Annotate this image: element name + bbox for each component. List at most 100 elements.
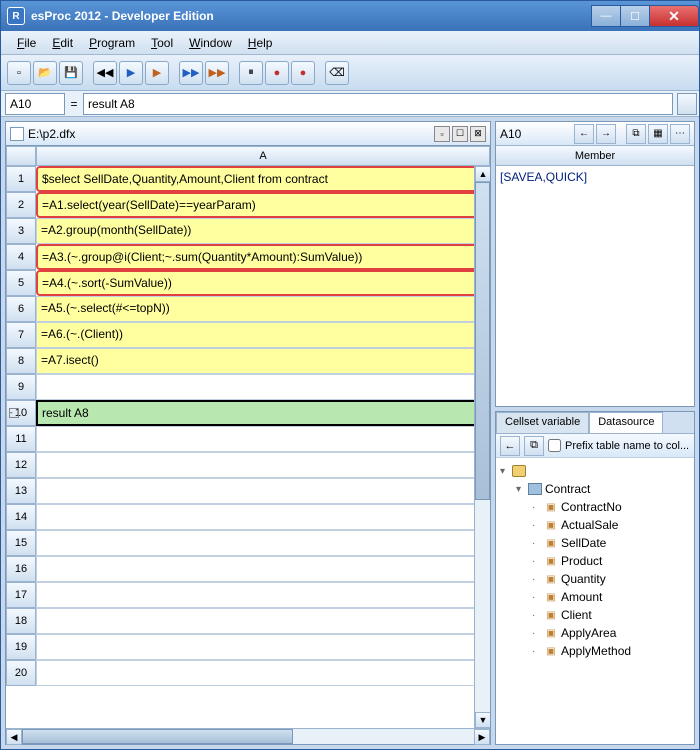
menu-edit[interactable]: Edit [44,34,81,52]
menu-file[interactable]: File [9,34,44,52]
cell-a1[interactable]: $select SellDate,Quantity,Amount,Client … [36,166,490,192]
nav-forward-button[interactable]: → [596,124,616,144]
cell-a20[interactable] [36,660,490,686]
tab-datasource[interactable]: Datasource [589,412,663,433]
cell-a10[interactable]: result A8 [36,400,490,426]
breakpoint-button[interactable]: ● [265,61,289,85]
vertical-scrollbar[interactable]: ▲▼ [474,166,490,728]
ds-copy-button[interactable]: ⧉ [524,436,544,456]
tree-table[interactable]: ▾Contract [500,480,690,498]
cell-a14[interactable] [36,504,490,530]
datasource-tree[interactable]: ▾ ▾Contract ·▣ContractNo ·▣ActualSale ·▣… [496,458,694,744]
nav-chart-button[interactable]: ▦ [648,124,668,144]
cell-a6[interactable]: =A5.(~.select(#<=topN)) [36,296,490,322]
row-header[interactable]: 18 [6,608,36,634]
formula-expand-button[interactable] [677,93,697,115]
row-header[interactable]: 14 [6,504,36,530]
menu-program[interactable]: Program [81,34,143,52]
row-header[interactable]: 2 [6,192,36,218]
new-button[interactable]: ▫ [7,61,31,85]
row-header[interactable]: 3 [6,218,36,244]
cell-a19[interactable] [36,634,490,660]
cell-reference-input[interactable] [5,93,65,115]
row-header[interactable]: 20 [6,660,36,686]
row-header[interactable]: 1 [6,166,36,192]
cell-a15[interactable] [36,530,490,556]
cell-a12[interactable] [36,452,490,478]
tree-field[interactable]: ·▣ContractNo [500,498,690,516]
row-header[interactable]: 7 [6,322,36,348]
row-header[interactable]: 19 [6,634,36,660]
nav-copy-button[interactable]: ⧉ [626,124,646,144]
formula-input[interactable] [83,93,673,115]
run-button[interactable]: ▶ [119,61,143,85]
cell-a5[interactable]: =A4.(~.sort(-SumValue)) [36,270,490,296]
step-out-button[interactable]: ▶▶ [205,61,229,85]
row-header[interactable]: 11 [6,426,36,452]
tree-field[interactable]: ·▣ApplyArea [500,624,690,642]
spreadsheet[interactable]: A 1$select SellDate,Quantity,Amount,Clie… [6,146,490,728]
cell-a11[interactable] [36,426,490,452]
equals-label: = [65,97,83,111]
cell-a2[interactable]: =A1.select(year(SellDate)==yearParam) [36,192,490,218]
row-header[interactable]: 9 [6,374,36,400]
menu-help[interactable]: Help [240,34,281,52]
cell-a13[interactable] [36,478,490,504]
doc-min-button[interactable]: ▫ [434,126,450,142]
tree-db[interactable]: ▾ [500,462,690,480]
tree-field[interactable]: ·▣SellDate [500,534,690,552]
debug-button[interactable]: ▶ [145,61,169,85]
row-header[interactable]: 8 [6,348,36,374]
menu-window[interactable]: Window [181,34,240,52]
cell-a3[interactable]: =A2.group(month(SellDate)) [36,218,490,244]
menu-tool[interactable]: Tool [143,34,181,52]
cell-a9[interactable] [36,374,490,400]
row-header[interactable]: 17 [6,582,36,608]
cell-corner[interactable] [6,146,36,166]
tree-field[interactable]: ·▣ActualSale [500,516,690,534]
row-header[interactable]: 5 [6,270,36,296]
row-header[interactable]: 12 [6,452,36,478]
cell-a8[interactable]: =A7.isect() [36,348,490,374]
save-button[interactable]: 💾 [59,61,83,85]
nav-more-button[interactable]: ⋯ [670,124,690,144]
cell-a4[interactable]: =A3.(~.group@i(Client;~.sum(Quantity*Amo… [36,244,490,270]
cell-a18[interactable] [36,608,490,634]
tree-field[interactable]: ·▣Amount [500,588,690,606]
tree-field[interactable]: ·▣Product [500,552,690,570]
row-header[interactable]: 15 [6,530,36,556]
row-header[interactable]: 4 [6,244,36,270]
tree-field[interactable]: ·▣ApplyMethod [500,642,690,660]
prefix-checkbox[interactable] [548,439,561,452]
row-header[interactable]: 6 [6,296,36,322]
tree-field[interactable]: ·▣Client [500,606,690,624]
clear-button[interactable]: ⌫ [325,61,349,85]
maximize-button[interactable]: ☐ [620,5,650,27]
tab-cellset-variable[interactable]: Cellset variable [496,412,589,433]
inspector-panel: A10 ← → ⧉ ▦ ⋯ Member [SAVEA,QUICK] [495,121,695,407]
cell-a7[interactable]: =A6.(~.(Client)) [36,322,490,348]
datasource-panel: Cellset variable Datasource ← ⧉ Prefix t… [495,411,695,745]
nav-back-button[interactable]: ← [574,124,594,144]
open-button[interactable]: 📂 [33,61,57,85]
member-value[interactable]: [SAVEA,QUICK] [496,166,694,406]
column-header-a[interactable]: A [36,146,490,166]
tree-field[interactable]: ·▣Quantity [500,570,690,588]
cell-a16[interactable] [36,556,490,582]
close-button[interactable]: ✕ [649,5,699,27]
pause-button[interactable]: ⏸ [239,61,263,85]
ds-back-button[interactable]: ← [500,436,520,456]
cell-a17[interactable] [36,582,490,608]
step-over-button[interactable]: ▶▶ [179,61,203,85]
minimize-button[interactable]: — [591,5,621,27]
stop-button[interactable]: ● [291,61,315,85]
app-icon: R [7,7,25,25]
document-icon [10,127,24,141]
row-header[interactable]: 13 [6,478,36,504]
step-back-button[interactable]: ◀◀ [93,61,117,85]
row-header[interactable]: 16 [6,556,36,582]
doc-close-button[interactable]: ⊠ [470,126,486,142]
horizontal-scrollbar[interactable]: ◀▶ [6,728,490,744]
doc-max-button[interactable]: ☐ [452,126,468,142]
row-header[interactable]: -10 [6,400,36,426]
